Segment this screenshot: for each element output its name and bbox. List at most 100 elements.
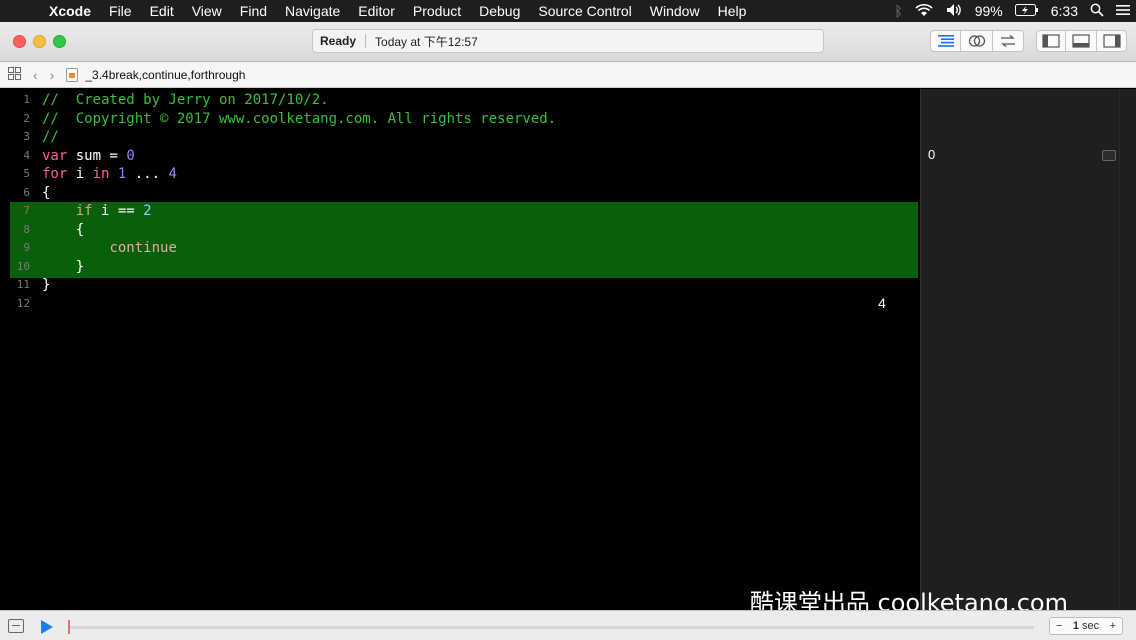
status-menus: ᛒ 99% 6:33 bbox=[888, 0, 1136, 22]
code-token: 0 bbox=[126, 147, 135, 164]
code-text: continue bbox=[42, 239, 177, 258]
clock[interactable]: 6:33 bbox=[1045, 3, 1084, 19]
code-text: } bbox=[42, 258, 84, 277]
code-token: // Copyright © 2017 www.coolketang.com. … bbox=[42, 110, 557, 127]
code-line[interactable]: 11} bbox=[0, 276, 920, 295]
timeline-duration-stepper[interactable]: − 1 sec + bbox=[1049, 617, 1123, 635]
spotlight-search-icon[interactable] bbox=[1084, 3, 1110, 20]
code-line[interactable]: 4 var sum = 0 bbox=[0, 147, 920, 166]
menu-file[interactable]: File bbox=[100, 3, 141, 19]
forward-chevron-icon[interactable]: › bbox=[50, 67, 55, 83]
code-text: } bbox=[42, 276, 50, 295]
menu-debug[interactable]: Debug bbox=[470, 3, 529, 19]
debug-area-toggle-button[interactable] bbox=[1066, 30, 1097, 52]
execution-count-badge[interactable]: 4 bbox=[868, 289, 896, 317]
stepper-decrement-button[interactable]: − bbox=[1056, 620, 1062, 632]
code-token: if bbox=[75, 203, 93, 219]
status-separator bbox=[365, 34, 367, 48]
code-token: for bbox=[42, 166, 68, 182]
menu-edit[interactable]: Edit bbox=[141, 3, 183, 19]
code-text: { bbox=[42, 184, 50, 203]
version-editor-icon bbox=[1001, 35, 1015, 47]
code-token: i bbox=[67, 166, 93, 182]
code-token: continue bbox=[109, 240, 177, 256]
code-text: if i == 2 bbox=[42, 202, 152, 221]
quick-look-icon[interactable] bbox=[1102, 150, 1116, 161]
line-number: 3 bbox=[23, 130, 30, 143]
bluetooth-icon[interactable]: ᛒ bbox=[888, 3, 908, 19]
menu-list-icon[interactable] bbox=[1110, 3, 1136, 19]
timeline-scrubber[interactable] bbox=[68, 620, 70, 634]
code-token: 4 bbox=[168, 166, 177, 182]
back-chevron-icon[interactable]: ‹ bbox=[33, 67, 38, 83]
jump-bar-filename[interactable]: _3.4break,continue,forthrough bbox=[85, 68, 245, 82]
battery-percent[interactable]: 99% bbox=[969, 3, 1009, 19]
line-number: 6 bbox=[23, 185, 30, 199]
line-number: 11 bbox=[16, 278, 30, 291]
code-line[interactable]: 10 } bbox=[0, 258, 920, 277]
code-line[interactable]: 12 bbox=[0, 295, 920, 314]
minimize-window-button[interactable] bbox=[33, 35, 46, 48]
jump-bar: ‹ › _3.4break,continue,forthrough bbox=[0, 62, 1136, 88]
standard-editor-button[interactable] bbox=[930, 30, 961, 52]
line-number: 2 bbox=[23, 111, 30, 125]
navigator-toggle-button[interactable] bbox=[1036, 30, 1066, 52]
bottom-panel-icon bbox=[1072, 34, 1090, 48]
volume-icon[interactable] bbox=[939, 3, 969, 20]
menu-help[interactable]: Help bbox=[709, 3, 756, 19]
line-number: 12 bbox=[16, 296, 30, 310]
code-text: // Copyright © 2017 www.coolketang.com. … bbox=[42, 110, 556, 129]
right-panel-icon bbox=[1102, 34, 1121, 48]
menu-view[interactable]: View bbox=[183, 3, 231, 19]
related-items-grid-icon[interactable] bbox=[8, 66, 21, 83]
menu-bar: Xcode File Edit View Find Navigate Edito… bbox=[0, 0, 1136, 22]
code-line[interactable]: 9 continue bbox=[0, 239, 920, 258]
code-token: i == bbox=[92, 203, 144, 219]
playground-bottom-bar: − 1 sec + bbox=[0, 610, 1136, 640]
menu-xcode[interactable]: Xcode bbox=[40, 3, 100, 19]
close-window-button[interactable] bbox=[13, 35, 26, 48]
stepper-increment-button[interactable]: + bbox=[1110, 620, 1116, 632]
swift-file-icon bbox=[66, 67, 79, 82]
line-number: 5 bbox=[23, 167, 30, 180]
code-line[interactable]: 2 // Copyright © 2017 www.coolketang.com.… bbox=[0, 110, 920, 129]
menu-navigate[interactable]: Navigate bbox=[276, 3, 349, 19]
code-line[interactable]: 7 if i == 2 bbox=[0, 202, 920, 221]
battery-icon[interactable] bbox=[1009, 3, 1045, 19]
results-sidebar: 0 bbox=[920, 89, 1136, 610]
code-text: for i in 1 ... 4 bbox=[42, 165, 177, 184]
code-line[interactable]: 5 for i in 1 ... 4 bbox=[0, 165, 920, 184]
code-line[interactable]: 8 { bbox=[0, 221, 920, 240]
code-token: } bbox=[42, 277, 51, 293]
activity-status: Ready Today at 下午12:57 bbox=[312, 29, 824, 53]
code-token: sum = bbox=[67, 147, 127, 164]
debug-area-toggle-icon[interactable] bbox=[8, 619, 24, 633]
code-editor[interactable]: 1 // Created by Jerry on 2017/10/2. 2 // Co… bbox=[0, 89, 920, 610]
code-token: // bbox=[42, 129, 59, 145]
wifi-icon[interactable] bbox=[909, 3, 939, 20]
code-text: // Created by Jerry on 2017/10/2. bbox=[42, 91, 329, 110]
line-number: 8 bbox=[23, 222, 30, 236]
menu-source-control[interactable]: Source Control bbox=[529, 3, 640, 19]
menu-window[interactable]: Window bbox=[641, 3, 709, 19]
assistant-editor-button[interactable] bbox=[961, 30, 993, 52]
code-token: var bbox=[42, 147, 68, 164]
menu-editor[interactable]: Editor bbox=[349, 3, 404, 19]
version-editor-button[interactable] bbox=[993, 30, 1024, 52]
code-token: { bbox=[42, 184, 51, 201]
result-value-sum: 0 bbox=[928, 147, 936, 162]
code-token: ... bbox=[126, 166, 169, 182]
code-line[interactable]: 6{ bbox=[0, 184, 920, 203]
left-panel-icon bbox=[1042, 34, 1060, 48]
zoom-window-button[interactable] bbox=[53, 35, 66, 48]
code-line[interactable]: 3 // bbox=[0, 128, 920, 147]
utilities-toggle-button[interactable] bbox=[1097, 30, 1127, 52]
menu-find[interactable]: Find bbox=[231, 3, 276, 19]
line-number: 9 bbox=[23, 241, 30, 254]
status-timestamp: Today at 下午12:57 bbox=[375, 34, 478, 49]
run-playground-icon[interactable] bbox=[41, 620, 53, 634]
execution-timeline[interactable] bbox=[70, 626, 1034, 629]
menu-product[interactable]: Product bbox=[404, 3, 470, 19]
code-line[interactable]: 1 // Created by Jerry on 2017/10/2. bbox=[0, 91, 920, 110]
